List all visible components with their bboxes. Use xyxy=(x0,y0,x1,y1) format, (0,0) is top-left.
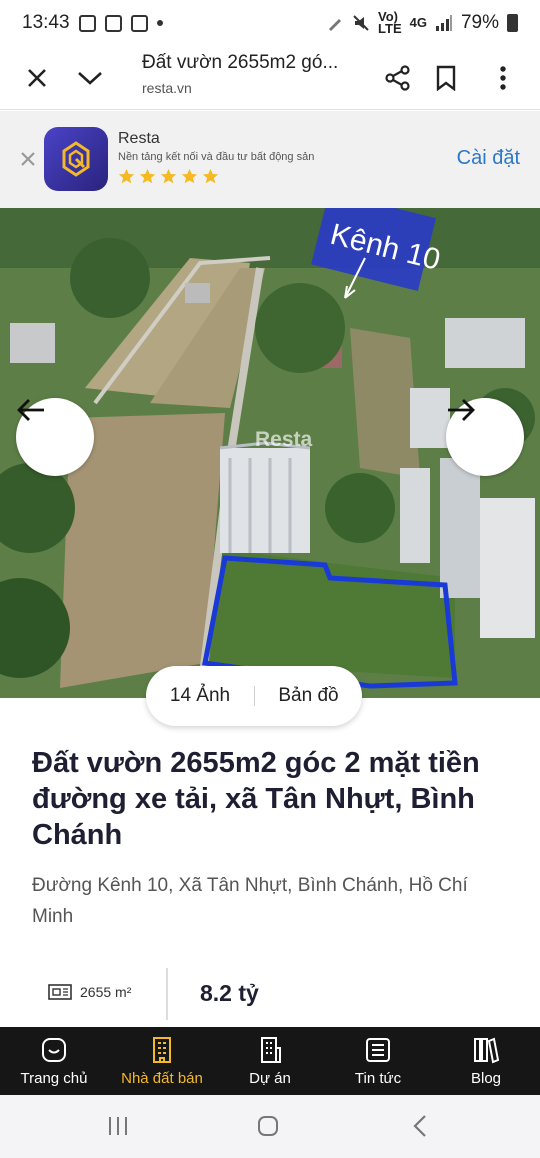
price-value: 8.2 tỷ xyxy=(200,980,259,1006)
page-title-block: Đất vườn 2655m2 gó... resta.vn xyxy=(142,52,362,96)
system-navigation-bar xyxy=(0,1095,540,1158)
listing-photo[interactable]: Kênh 10 Resta xyxy=(0,208,540,698)
nav-item-projects[interactable]: Dự án xyxy=(216,1027,324,1095)
notification-dot-icon xyxy=(156,20,163,26)
nav-item-houses-for-sale[interactable]: Nhà đất bán xyxy=(108,1027,216,1095)
photo-map-toggle: 14 Ảnh Bản đồ xyxy=(146,666,362,726)
next-photo-button[interactable] xyxy=(446,398,524,476)
share-icon[interactable] xyxy=(378,58,418,98)
map-button[interactable]: Bản đồ xyxy=(255,685,362,707)
star-icon xyxy=(181,168,198,184)
previous-photo-button[interactable] xyxy=(16,398,94,476)
volte-icon: Vo) LTE xyxy=(378,9,402,36)
chevron-down-icon[interactable] xyxy=(70,58,110,98)
watermark-text: Resta xyxy=(255,428,313,451)
status-time: 13:43 xyxy=(22,12,70,33)
network-type-icon: 4G xyxy=(409,15,427,30)
star-icon xyxy=(118,168,135,184)
mute-icon xyxy=(353,15,369,31)
store-icon xyxy=(104,14,122,32)
status-bar: 13:43 Vo) LTE 4G 79% xyxy=(0,0,540,46)
recent-apps-icon[interactable] xyxy=(103,1113,133,1139)
listing-address: Đường Kênh 10, Xã Tân Nhựt, Bình Chánh, … xyxy=(32,875,468,927)
home-icon xyxy=(42,1037,66,1062)
battery-icon xyxy=(507,14,518,32)
banner-close-icon[interactable] xyxy=(16,147,40,171)
more-options-icon[interactable] xyxy=(483,58,523,98)
star-icon xyxy=(160,168,177,184)
app-name: Resta xyxy=(118,130,160,147)
area-icon xyxy=(48,984,72,1000)
back-icon[interactable] xyxy=(405,1113,435,1139)
close-icon[interactable] xyxy=(17,58,57,98)
page-title: Đất vườn 2655m2 gó... xyxy=(142,52,339,73)
app-tagline: Nền tảng kết nối và đầu tư bất động sản xyxy=(118,151,315,163)
home-button-icon[interactable] xyxy=(253,1113,283,1139)
info-divider xyxy=(166,968,168,1020)
app-logo xyxy=(44,127,108,191)
news-icon xyxy=(366,1037,390,1062)
edit-icon xyxy=(329,19,342,31)
building-icon xyxy=(153,1036,171,1063)
star-icon xyxy=(202,168,219,184)
arrow-left-icon xyxy=(17,399,44,421)
area-value: 2655 m² xyxy=(80,984,132,1000)
nav-label: Tin tức xyxy=(354,1069,402,1087)
app-rating xyxy=(118,168,219,185)
star-icon xyxy=(139,168,156,184)
area-info: 2655 m² xyxy=(48,983,131,1001)
nav-label: Blog xyxy=(470,1069,502,1087)
mail-icon xyxy=(130,14,148,32)
nav-label: Nhà đất bán xyxy=(121,1069,203,1087)
photos-count-button[interactable]: 14 Ảnh xyxy=(146,685,254,707)
project-icon xyxy=(261,1036,281,1063)
bookmark-icon[interactable] xyxy=(426,58,466,98)
battery-percent: 79% xyxy=(460,12,499,33)
arrow-right-icon xyxy=(448,399,475,421)
nav-item-blog[interactable]: Blog xyxy=(432,1027,540,1095)
gallery-icon xyxy=(78,14,96,32)
app-install-banner: Resta Nền tảng kết nối và đầu tư bất độn… xyxy=(0,111,540,208)
bottom-navigation: Trang chủ Nhà đất bán Dự án Tin tức Blog xyxy=(0,1027,540,1095)
listing-title: Đất vườn 2655m2 góc 2 mặt tiền đường xe … xyxy=(32,747,480,851)
install-button[interactable]: Cài đặt xyxy=(457,147,520,170)
page-url: resta.vn xyxy=(142,80,192,96)
nav-label: Trang chủ xyxy=(20,1069,88,1087)
books-icon xyxy=(474,1037,500,1063)
signal-icon xyxy=(435,15,452,31)
nav-item-news[interactable]: Tin tức xyxy=(324,1027,432,1095)
nav-item-home[interactable]: Trang chủ xyxy=(0,1027,108,1095)
nav-label: Dự án xyxy=(249,1069,291,1087)
browser-header: Đất vườn 2655m2 gó... resta.vn xyxy=(0,46,540,110)
